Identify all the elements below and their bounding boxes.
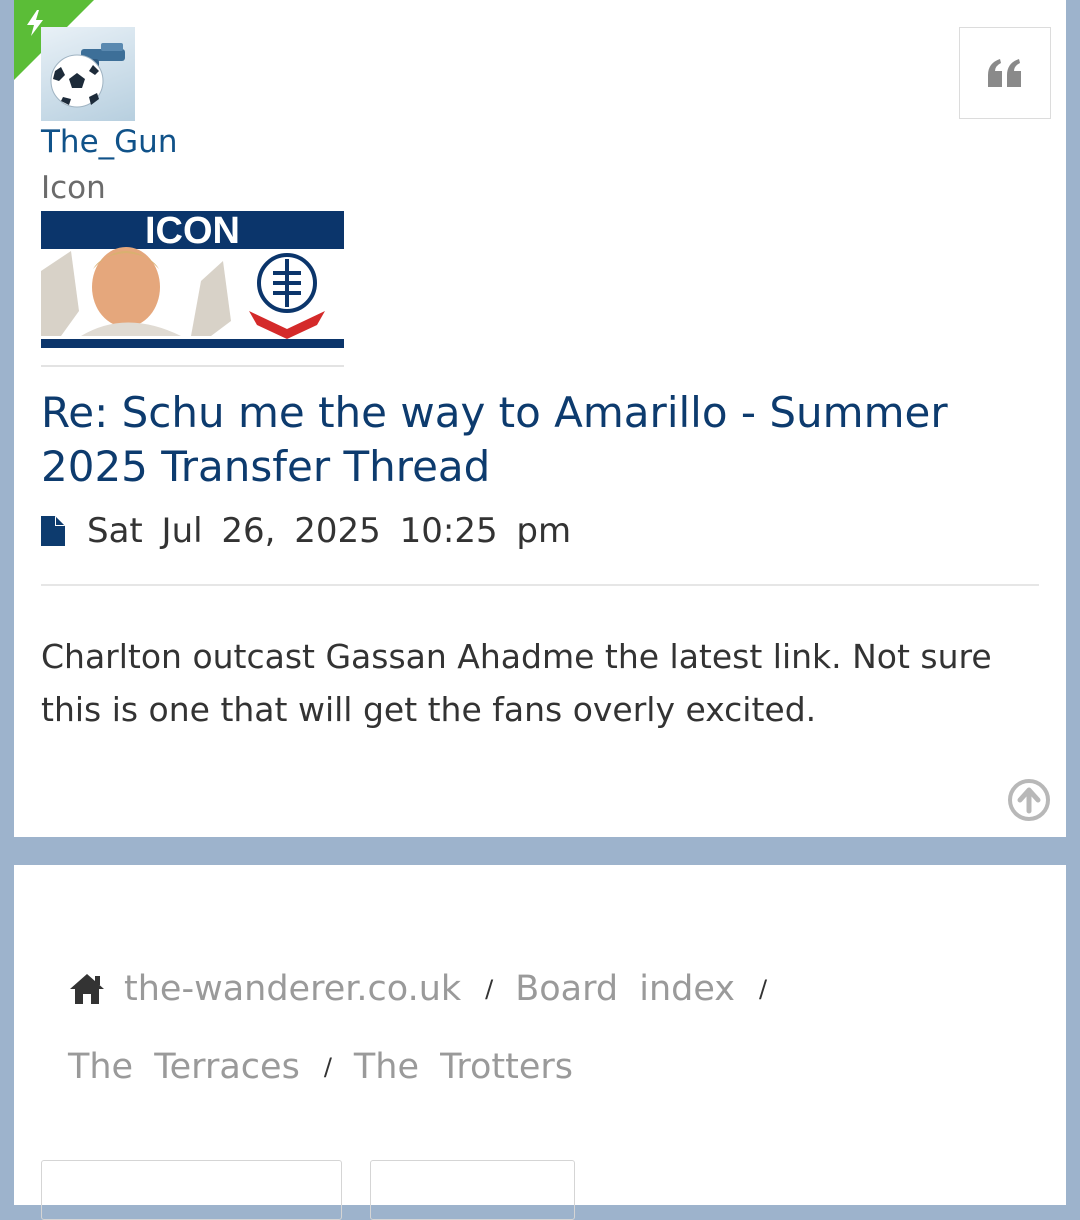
breadcrumb: the-wanderer.co.uk / Board index / The T… — [68, 965, 1028, 1091]
quote-icon — [988, 59, 1021, 87]
footer-navigation: the-wanderer.co.uk / Board index / The T… — [14, 865, 1066, 1220]
post-content: Charlton outcast Gassan Ahadme the lates… — [41, 637, 992, 729]
breadcrumb-separator: / — [759, 975, 768, 1003]
divider — [41, 365, 344, 367]
breadcrumb-separator: / — [485, 975, 494, 1003]
footer-button[interactable] — [370, 1160, 575, 1220]
post-title[interactable]: Re: Schu me the way to Amarillo - Summer… — [41, 386, 1041, 494]
breadcrumb-trotters-link[interactable]: The Trotters — [354, 1047, 573, 1087]
breadcrumb-board-index-link[interactable]: Board index — [515, 969, 735, 1009]
author-username[interactable]: The_Gun — [41, 124, 177, 160]
rank-banner-image: ICON — [41, 211, 344, 348]
breadcrumb-home-link[interactable]: the-wanderer.co.uk — [124, 969, 461, 1009]
footer-button[interactable] — [41, 1160, 342, 1220]
breadcrumb-terraces-link[interactable]: The Terraces — [68, 1047, 300, 1087]
post-card: The_Gun Icon ICON Re: Schu me the way to… — [14, 0, 1066, 837]
avatar[interactable] — [41, 27, 135, 121]
breadcrumb-separator: / — [323, 1053, 332, 1081]
post-date: Sat Jul 26, 2025 10:25 pm — [87, 511, 572, 551]
divider — [41, 584, 1039, 586]
home-icon[interactable] — [68, 972, 106, 1006]
file-icon[interactable] — [41, 516, 65, 546]
post-meta: Sat Jul 26, 2025 10:25 pm — [41, 508, 571, 554]
rank-banner-bar — [41, 339, 344, 348]
quote-button[interactable] — [959, 27, 1051, 119]
arrow-up-circle-icon[interactable] — [1007, 778, 1051, 822]
author-rank: Icon — [41, 170, 106, 206]
